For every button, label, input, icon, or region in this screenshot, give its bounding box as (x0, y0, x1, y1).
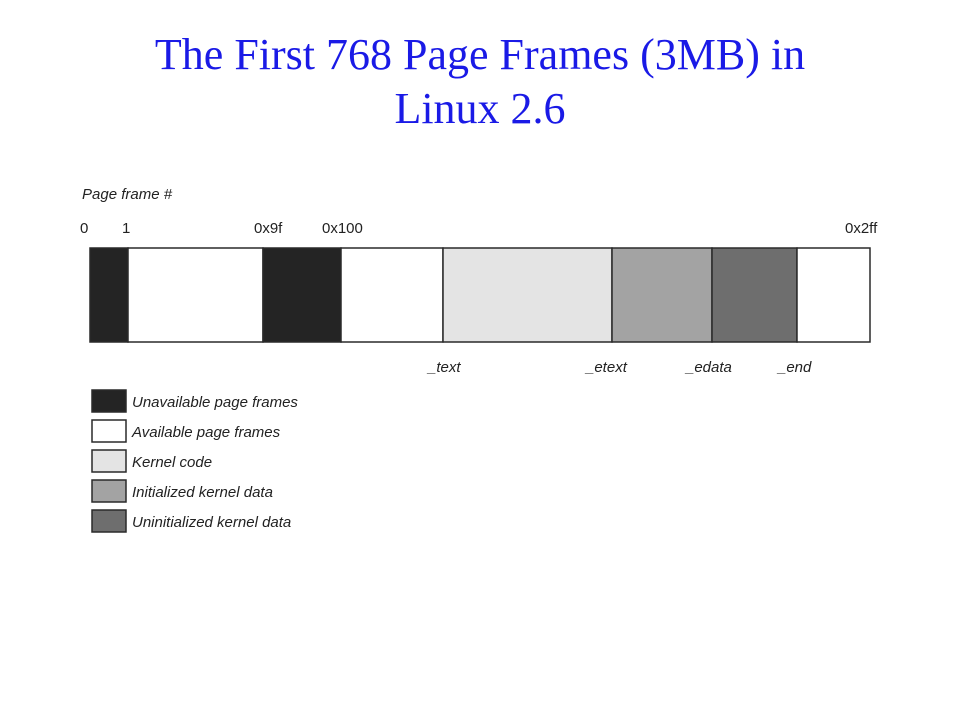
marker-etext: _etext (584, 359, 628, 376)
bar-segment-unavailable (89, 247, 129, 343)
marker-edata: _edata (684, 359, 732, 376)
top-tick-labels: 0 1 0x9f 0x100 0x2ff (80, 220, 878, 237)
legend-label: Initialized kernel data (132, 484, 273, 501)
legend-label: Kernel code (132, 454, 212, 471)
bar-segment-uninitialized-kernel-data (711, 247, 798, 343)
bar-segment-kernel-code (442, 247, 613, 343)
tick-label-1: 1 (122, 220, 130, 237)
marker-text: _text (426, 359, 461, 376)
tick-label-0: 0 (80, 220, 88, 237)
legend-swatch (91, 479, 127, 503)
legend-label: Unavailable page frames (132, 394, 298, 411)
axis-label: Page frame # (82, 186, 173, 203)
marker-end: _end (776, 359, 812, 376)
legend-label: Uninitialized kernel data (132, 514, 291, 531)
bar-segment-available (127, 247, 264, 343)
page-frame-diagram: Page frame # 0 1 0x9f 0x100 0x2ff _text … (80, 186, 878, 533)
bottom-tick-labels: _text _etext _edata _end (426, 359, 812, 376)
bar-segment-unavailable (262, 247, 342, 343)
legend-label: Available page frames (131, 424, 281, 441)
page-frame-bar (89, 247, 871, 343)
legend-swatch (91, 449, 127, 473)
bar-segment-initialized-kernel-data (611, 247, 713, 343)
legend-swatch (91, 509, 127, 533)
legend: Unavailable page frames Available page fr… (91, 389, 298, 533)
legend-swatch (91, 389, 127, 413)
tick-label-0x2ff: 0x2ff (845, 220, 878, 237)
legend-swatch (91, 419, 127, 443)
bar-segment-available (796, 247, 871, 343)
tick-label-0x9f: 0x9f (254, 220, 283, 237)
bar-segment-available (340, 247, 444, 343)
tick-label-0x100: 0x100 (322, 220, 363, 237)
